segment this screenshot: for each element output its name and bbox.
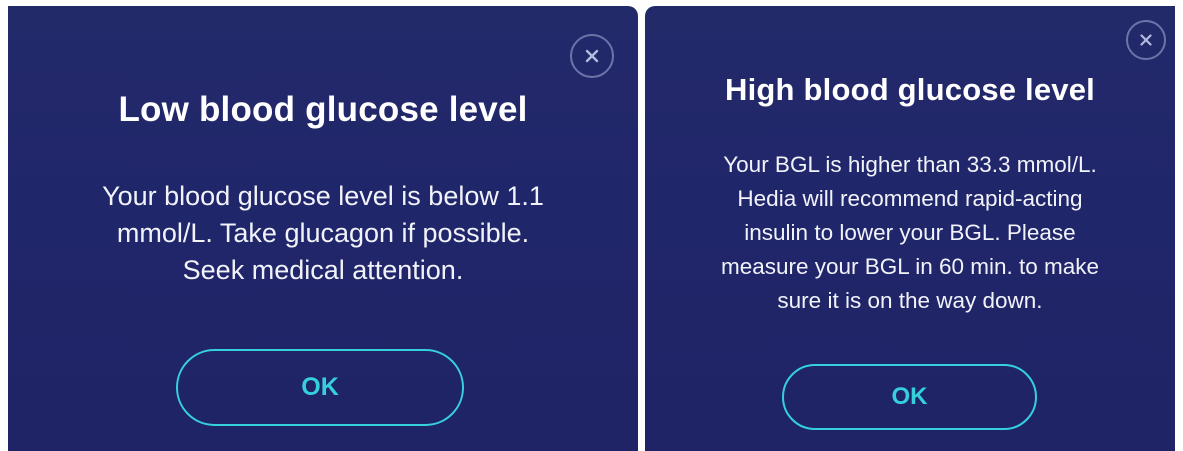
ok-button[interactable]: OK — [176, 349, 464, 426]
message-line: Hedia will recommend rapid-acting — [737, 186, 1083, 211]
dialog-title: High blood glucose level — [725, 72, 1095, 107]
message-line: insulin to lower your BGL. Please — [744, 220, 1076, 245]
message-line: mmol/L. Take glucagon if possible. — [116, 218, 530, 248]
close-icon — [585, 49, 599, 63]
close-icon — [1140, 34, 1152, 46]
ok-button-label: OK — [891, 383, 928, 410]
message-line: measure your BGL in 60 min. to make — [720, 254, 1100, 279]
ok-button[interactable]: OK — [782, 364, 1037, 430]
message-line: Your BGL is higher than 33.3 mmol/L. — [723, 152, 1097, 177]
message-line: Seek medical attention. — [182, 255, 464, 285]
close-button[interactable] — [1126, 20, 1166, 60]
ok-button-label: OK — [301, 373, 339, 401]
message-line: sure it is on the way down. — [777, 288, 1043, 313]
high-glucose-dialog: High blood glucose level Your BGL is hig… — [645, 6, 1175, 451]
dialog-message: Your blood glucose level is below 1.1 mm… — [38, 178, 608, 289]
dialog-title: Low blood glucose level — [118, 90, 528, 129]
close-button[interactable] — [570, 34, 614, 78]
low-glucose-dialog: Low blood glucose level Your blood gluco… — [8, 6, 638, 451]
dialog-message: Your BGL is higher than 33.3 mmol/L. Hed… — [659, 148, 1161, 318]
message-line: Your blood glucose level is below 1.1 — [102, 181, 544, 211]
